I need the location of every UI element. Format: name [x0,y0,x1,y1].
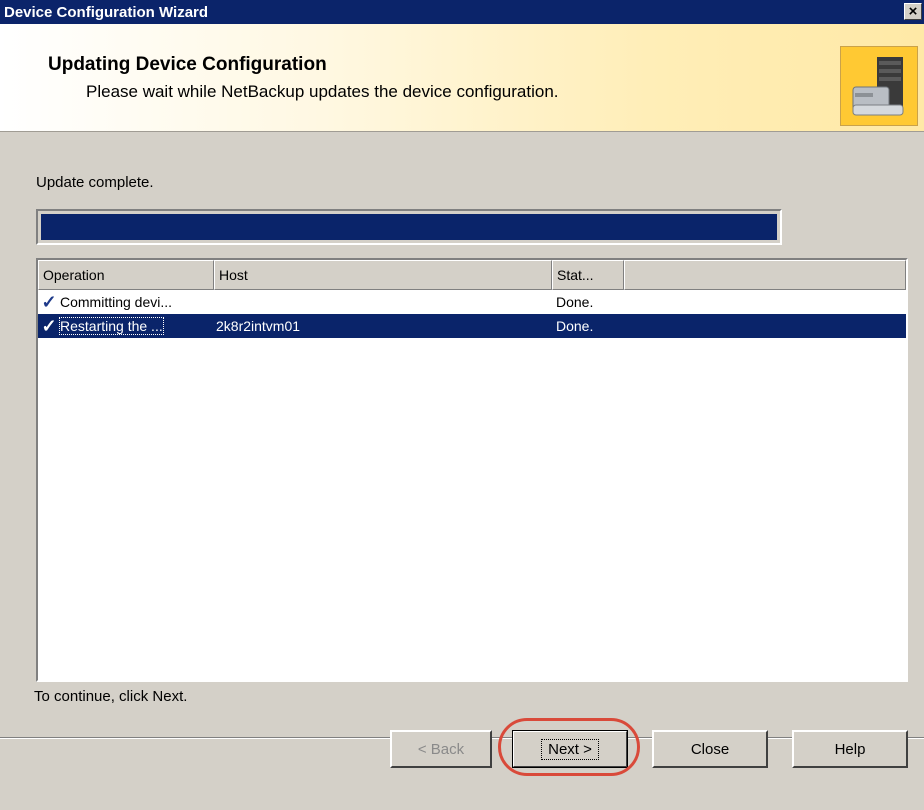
list-item[interactable]: ✓ Restarting the ... 2k8r2intvm01 Done. [38,314,906,338]
progress-fill [41,214,777,240]
list-item[interactable]: ✓ Committing devi... Done. [38,290,906,314]
cell-status: Done. [556,294,594,310]
column-status[interactable]: Stat... [552,260,624,290]
wizard-header-banner: Updating Device Configuration Please wai… [0,24,924,132]
list-body: ✓ Committing devi... Done. ✓ Restarting the … [38,290,906,338]
cell-status: Done. [556,318,594,334]
page-title: Updating Device Configuration [48,54,327,75]
column-empty [624,260,906,290]
operation-label: Committing devi... [60,294,173,310]
cell-operation: ✓ Committing devi... [38,292,214,313]
column-operation[interactable]: Operation [38,260,214,290]
cell-operation: ✓ Restarting the ... [38,315,214,337]
cell-host: 2k8r2intvm01 [216,318,301,334]
column-host[interactable]: Host [214,260,552,290]
title-bar: Device Configuration Wizard × [0,0,924,24]
list-header: Operation Host Stat... [38,260,906,290]
operation-label: Restarting the ... [59,317,164,335]
back-button[interactable]: < Back [390,730,492,768]
check-icon: ✓ [38,315,60,337]
close-button[interactable]: Close [652,730,768,768]
status-message: Update complete. [36,174,154,191]
help-button[interactable]: Help [792,730,908,768]
check-icon: ✓ [41,291,57,312]
window-title: Device Configuration Wizard [4,3,209,21]
progress-bar [36,209,782,245]
close-icon[interactable]: × [904,3,922,20]
server-device-icon [840,46,918,126]
next-highlight-annotation [498,718,640,776]
page-subtitle: Please wait while NetBackup updates the … [86,82,559,101]
operations-list[interactable]: Operation Host Stat... ✓ Committing devi.… [36,258,908,682]
instruction-text: To continue, click Next. [34,688,188,705]
